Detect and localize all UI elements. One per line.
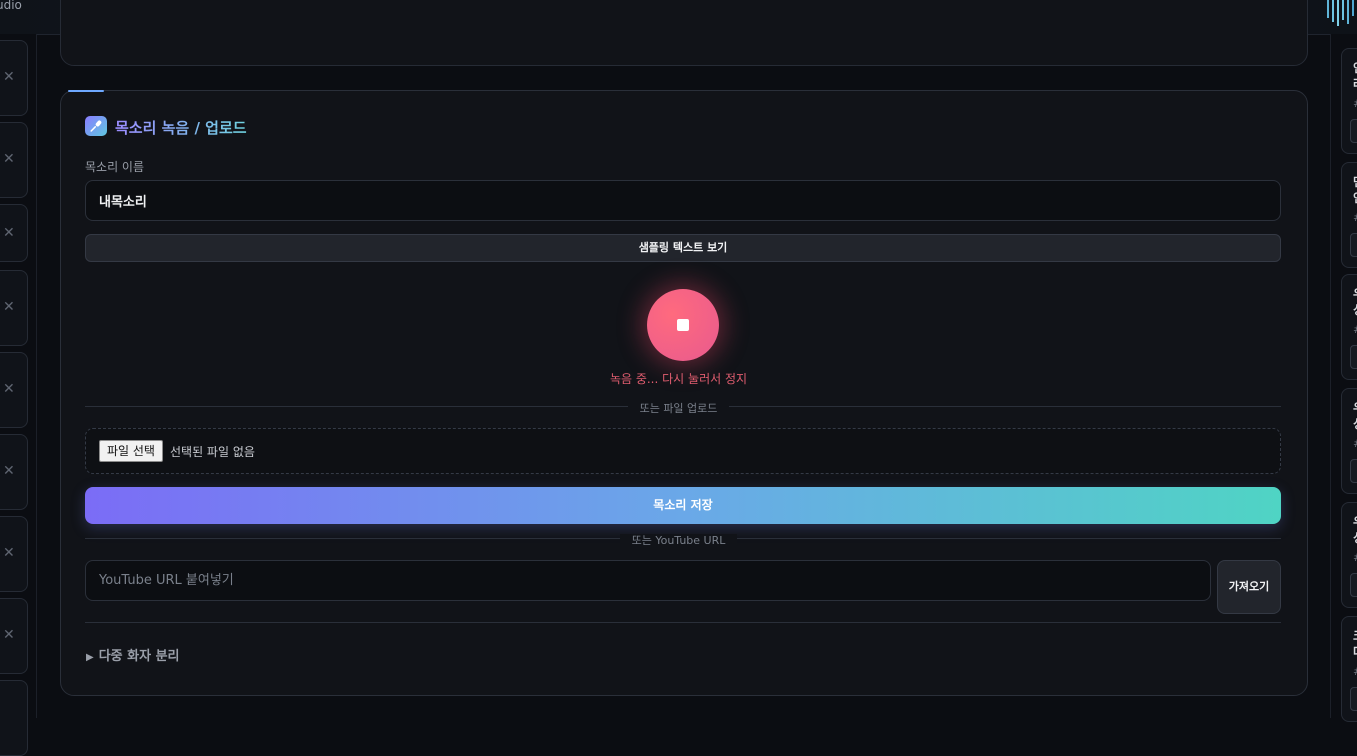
right-card[interactable]: 우 싱 # [1341,274,1357,380]
right-card-title: 인 [1353,59,1357,76]
multi-speaker-label: 다중 화자 분리 [98,649,180,664]
divider-label-youtube: 또는 YouTube URL [0,532,1357,548]
right-card-tag: # [1353,551,1357,564]
close-icon[interactable]: ✕ [3,299,15,315]
close-icon[interactable]: ✕ [3,463,15,479]
previous-panel [60,0,1308,66]
sidebar-item[interactable]: ✕ [0,122,28,198]
right-card-title: 싱 [1353,415,1357,432]
sidebar-item[interactable]: ✕ [0,352,28,428]
divider-line [85,622,1281,623]
right-card[interactable]: 먼 인 # [1341,162,1357,268]
right-card[interactable]: 우 싱 # [1341,502,1357,608]
sidebar-item[interactable]: ✕ [0,434,28,510]
sidebar-item[interactable]: ✕ [0,40,28,116]
right-card-title: 우 [1353,285,1357,302]
file-select-button[interactable]: 파일 선택 [99,440,163,462]
waveform-logo-icon [1327,0,1354,26]
right-card-title: 먼 [1353,173,1357,190]
right-card-title: 라 [1353,75,1357,92]
close-icon[interactable]: ✕ [3,225,15,241]
sidebar-item[interactable] [0,680,28,756]
fetch-button[interactable]: 가져오기 [1217,560,1281,614]
right-card-button[interactable] [1350,233,1357,257]
right-card[interactable]: 크 다 # [1341,616,1357,722]
record-stop-button[interactable] [647,289,719,361]
right-card-title: 우 [1353,513,1357,530]
voice-name-label: 목소리 이름 [85,160,145,174]
close-icon[interactable]: ✕ [3,69,15,85]
close-icon[interactable]: ✕ [3,627,15,643]
sidebar-item[interactable]: ✕ [0,270,28,346]
divider-text: 또는 파일 업로드 [627,402,730,415]
right-card-button[interactable] [1350,345,1357,369]
multi-speaker-toggle[interactable]: ▶ 다중 화자 분리 [86,645,180,664]
save-voice-button[interactable]: 목소리 저장 [85,487,1281,524]
right-card-title: 인 [1353,189,1357,206]
microphone-icon [85,116,107,136]
right-card-title: 다 [1353,643,1357,660]
stop-icon [677,319,689,331]
right-card-title: 크 [1353,627,1357,644]
right-card-button[interactable] [1350,119,1357,143]
sidebar-item[interactable]: ✕ [0,204,28,262]
panel-accent-line [68,90,104,92]
right-card-title: 싱 [1353,301,1357,318]
right-card-button[interactable] [1350,687,1357,711]
right-card-tag: # [1353,97,1357,110]
divider-text: 또는 YouTube URL [619,534,738,547]
no-file-text: 선택된 파일 없음 [170,445,255,459]
right-card-tag: # [1353,323,1357,336]
right-card-tag: # [1353,437,1357,450]
youtube-url-input[interactable] [85,560,1211,601]
voice-name-input[interactable] [85,180,1281,221]
sidebar-item[interactable]: ✕ [0,516,28,592]
right-card-button[interactable] [1350,459,1357,483]
sidebar-item[interactable]: ✕ [0,598,28,674]
sampling-text-button[interactable]: 샘플링 텍스트 보기 [85,234,1281,262]
right-card[interactable]: 인 라 # [1341,48,1357,154]
right-card-button[interactable] [1350,573,1357,597]
app-title: udio [0,0,22,12]
section-title: 목소리 녹음 / 업로드 [115,119,247,137]
file-upload-zone[interactable]: 파일 선택 선택된 파일 없음 [85,428,1281,474]
expand-arrow-icon: ▶ [86,652,94,663]
record-status-text: 녹음 중... 다시 눌러서 정지 [609,372,748,386]
right-card-tag: # [1353,665,1357,678]
right-card-tag: # [1353,211,1357,224]
divider-label-file: 또는 파일 업로드 [0,400,1357,416]
close-icon[interactable]: ✕ [3,151,15,167]
